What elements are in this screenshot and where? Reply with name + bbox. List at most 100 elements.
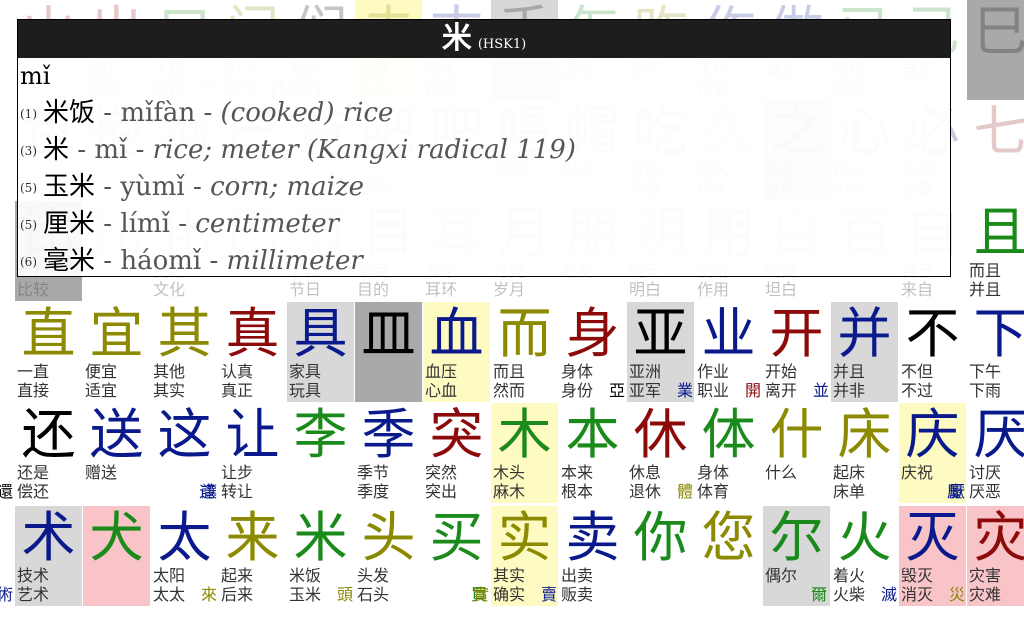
character-glyph: 还 xyxy=(21,403,76,466)
character-cell[interactable]: 巳 xyxy=(967,0,1024,100)
character-glyph: 送 xyxy=(89,403,144,466)
example-word: 身体 xyxy=(561,362,594,381)
character-cell[interactable]: 直一直 直接 xyxy=(15,302,82,402)
example-word: 并且 xyxy=(833,362,866,381)
entry-frequency-rank: (3) xyxy=(20,144,37,158)
example-word: 其实 xyxy=(153,381,186,400)
example-word: 让步 xyxy=(221,463,254,482)
character-cell[interactable]: 七 xyxy=(967,100,1024,200)
example-word: 确实 xyxy=(493,585,526,604)
character-cell[interactable]: 什什么 xyxy=(763,403,830,503)
dictionary-entry: (5) 玉米 - yùmǐ - corn; maize xyxy=(20,170,364,205)
character-cell[interactable]: 且而且 并且 xyxy=(967,201,1024,301)
character-cell[interactable]: 季季节 季度 xyxy=(355,403,422,503)
character-glyph: 其 xyxy=(157,302,212,365)
character-glyph: 并 xyxy=(837,302,892,365)
character-cell[interactable]: 本本来 根本 xyxy=(559,403,626,503)
character-cell[interactable]: 还还是 偿还還 xyxy=(0,403,82,503)
character-cell[interactable]: 宜便宜 适宜 xyxy=(83,302,150,402)
example-word: 根本 xyxy=(561,482,594,501)
character-cell[interactable]: 皿 xyxy=(355,302,422,402)
character-glyph: 开 xyxy=(769,302,824,365)
entry-pinyin: yùmǐ xyxy=(120,172,185,202)
character-cell[interactable]: 血血压 心血 xyxy=(423,302,490,402)
character-cell[interactable]: 床起床 床单 xyxy=(831,403,898,503)
character-cell[interactable]: 体身体 体育體 xyxy=(677,403,762,503)
character-cell[interactable]: 头头发 石头頭 xyxy=(337,506,422,606)
character-glyph: 什 xyxy=(769,403,824,466)
character-cell[interactable]: 术技术 艺术術 xyxy=(0,506,82,606)
character-cell[interactable]: 木木头 麻木 xyxy=(491,403,558,503)
example-word: 适宜 xyxy=(85,381,118,400)
example-word: 耳环 xyxy=(425,280,458,299)
character-glyph: 实 xyxy=(497,506,552,569)
example-word: 作用 xyxy=(697,280,730,299)
character-cell[interactable]: 让让步 转让讓 xyxy=(201,403,286,503)
character-glyph: 让 xyxy=(225,403,280,466)
example-word: 退休 xyxy=(629,482,662,501)
character-cell[interactable]: 而而且 然而 xyxy=(491,302,558,402)
example-word: 着火 xyxy=(833,566,866,585)
popup-hsk-level: (HSK1) xyxy=(477,37,527,52)
character-cell[interactable]: 李 xyxy=(287,403,354,503)
example-word: 作业 xyxy=(697,362,730,381)
character-cell[interactable]: 真认真 真正 xyxy=(219,302,286,402)
character-cell[interactable]: 尔偶尔爾 xyxy=(763,506,830,606)
character-cell[interactable]: 突突然 突出 xyxy=(423,403,490,503)
traditional-form: 災 xyxy=(949,585,966,604)
character-glyph: 宜 xyxy=(89,302,144,365)
character-cell[interactable]: 并并且 并非並 xyxy=(813,302,898,402)
character-glyph: 李 xyxy=(293,403,348,466)
entry-separator: - xyxy=(95,172,121,202)
example-word: 其实 xyxy=(493,566,526,585)
traditional-form: 滅 xyxy=(881,585,898,604)
character-cell[interactable]: 您 xyxy=(695,506,762,606)
example-word: 玉米 xyxy=(289,585,322,604)
example-word: 麻木 xyxy=(493,482,526,501)
character-cell[interactable]: 厌讨厌 厌恶厭 xyxy=(949,403,1024,503)
entry-separator: - xyxy=(195,98,221,128)
entry-word: 玉米 xyxy=(43,172,96,202)
example-word: 血压 xyxy=(425,362,458,381)
dictionary-entry: (3) 米 - mǐ - rice; meter (Kangxi radical … xyxy=(20,133,576,168)
example-word: 职业 xyxy=(697,381,730,400)
character-cell[interactable]: 其其他 其实 xyxy=(151,302,218,402)
entry-frequency-rank: (1) xyxy=(20,107,37,121)
character-glyph: 卖 xyxy=(565,506,620,569)
example-word: 还是 xyxy=(17,463,50,482)
character-cell[interactable]: 灾灾害 灾难災 xyxy=(949,506,1024,606)
character-glyph: 而 xyxy=(497,302,552,365)
character-glyph: 床 xyxy=(837,403,892,466)
character-glyph: 具 xyxy=(293,302,348,365)
entry-definition: millimeter xyxy=(226,246,363,276)
example-word: 坦白 xyxy=(765,280,798,299)
popup-character: 米 xyxy=(441,21,472,56)
character-glyph: 灾 xyxy=(973,506,1024,569)
traditional-form: 爾 xyxy=(811,585,828,604)
character-cell[interactable]: 卖出卖 贩卖賣 xyxy=(541,506,626,606)
example-word: 石头 xyxy=(357,585,390,604)
example-word: 突然 xyxy=(425,463,458,482)
character-cell[interactable]: 下下午 下雨 xyxy=(967,302,1024,402)
example-word: 比较 xyxy=(17,280,50,299)
character-cell[interactable]: 来起来 后来來 xyxy=(201,506,286,606)
example-word: 不过 xyxy=(901,381,934,400)
traditional-form: 賣 xyxy=(541,585,558,604)
example-word: 文化 xyxy=(153,280,186,299)
character-cell[interactable]: 送赠送 xyxy=(83,403,150,503)
character-cell[interactable]: 你 xyxy=(627,506,694,606)
character-cell[interactable]: 具家具 玩具 xyxy=(287,302,354,402)
character-glyph: 你 xyxy=(633,506,688,569)
entry-separator: - xyxy=(95,209,121,239)
example-word: 转让 xyxy=(221,482,254,501)
dictionary-entry: (6) 毫米 - háomǐ - millimeter xyxy=(20,244,363,279)
dictionary-entry: (5) 厘米 - límǐ - centimeter xyxy=(20,207,339,242)
entry-separator: - xyxy=(184,172,211,202)
character-glyph: 直 xyxy=(21,302,76,365)
character-cell[interactable]: 犬 xyxy=(83,506,150,606)
character-cell[interactable]: 不不但 不过 xyxy=(899,302,966,402)
example-word: 起床 xyxy=(833,463,866,482)
entry-definition: corn; maize xyxy=(210,172,365,202)
character-glyph: 厌 xyxy=(973,403,1024,466)
example-word: 床单 xyxy=(833,482,866,501)
